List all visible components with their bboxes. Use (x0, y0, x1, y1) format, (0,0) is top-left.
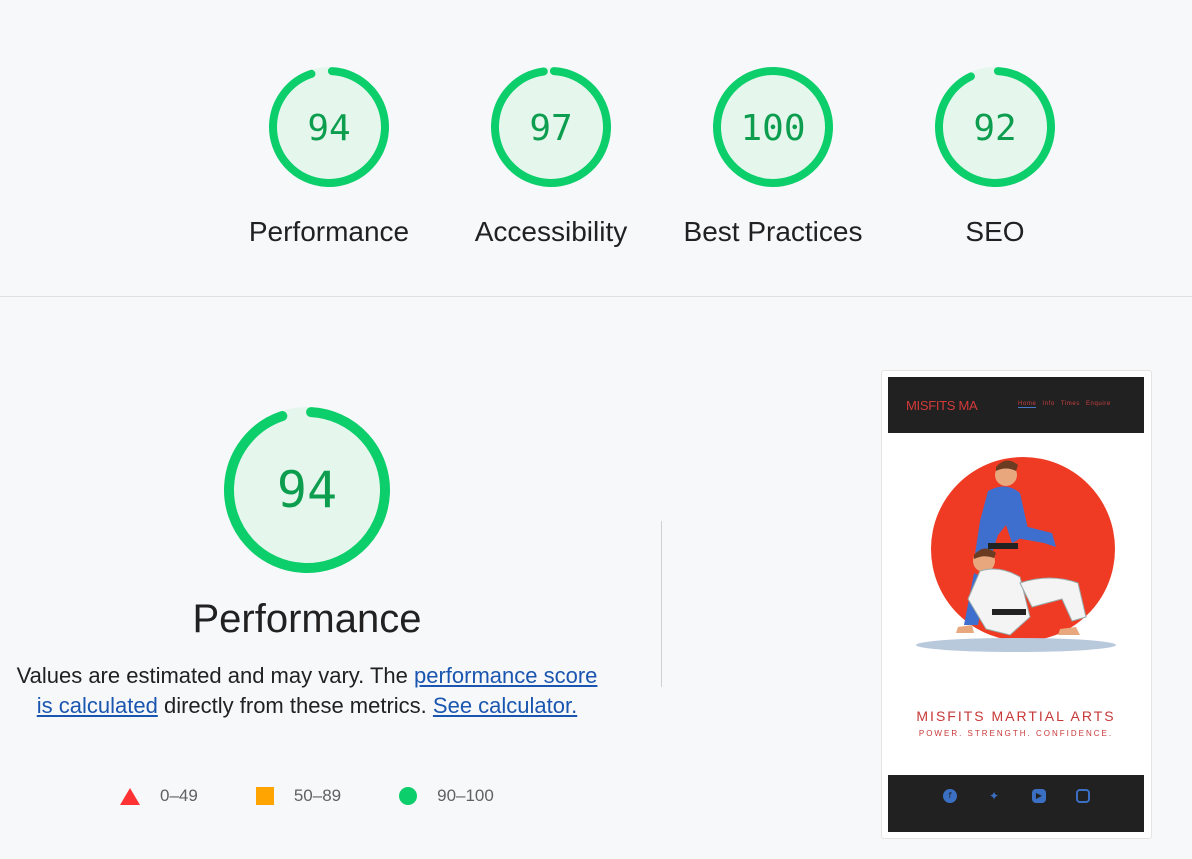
site-nav-links: Home Info Times Enquire (1018, 401, 1117, 408)
site-footer: f ✦ ▶ (888, 775, 1144, 832)
twitter-icon: ✦ (988, 789, 1000, 803)
legend-range: 0–49 (160, 786, 198, 805)
gauge-score: 97 (529, 108, 572, 149)
gauge-seo[interactable]: 92 SEO (884, 66, 1106, 248)
performance-description: Values are estimated and may vary. The p… (14, 661, 600, 721)
circle-icon (399, 787, 418, 805)
legend-average: 50–89 (255, 786, 342, 806)
gauge-ring: 100 (713, 66, 833, 187)
legend-range: 90–100 (437, 786, 494, 805)
performance-score: 94 (277, 461, 337, 519)
divider (661, 521, 662, 687)
screenshot-page: MISFITS MA Home Info Times Enquire MISFI… (888, 377, 1144, 832)
description-text: directly from these metrics. (157, 693, 433, 718)
gauge-ring: 92 (935, 66, 1055, 187)
site-brand: MISFITS MA (906, 398, 978, 413)
legend-fail: 0–49 (120, 786, 198, 806)
gauge-label: SEO (965, 216, 1025, 247)
hero-illustration (916, 457, 1116, 652)
gauge-score: 94 (307, 108, 350, 149)
gauge-label: Accessibility (474, 216, 628, 247)
legend-pass: 90–100 (399, 786, 494, 806)
triangle-icon (120, 787, 140, 805)
site-nav-link: Times (1060, 401, 1080, 407)
site-navbar: MISFITS MA Home Info Times Enquire (888, 377, 1144, 433)
performance-title: Performance (192, 597, 422, 641)
see-calculator-link[interactable]: See calculator. (433, 693, 577, 718)
instagram-icon (1076, 789, 1090, 803)
square-icon (255, 787, 274, 805)
facebook-icon: f (943, 789, 957, 803)
legend-range: 50–89 (293, 786, 342, 805)
gauge-score: 100 (740, 108, 805, 149)
gauge-ring: 97 (491, 66, 611, 187)
gauge-best-practices[interactable]: 100 Best Practices (662, 66, 884, 248)
gauge-score: 92 (973, 108, 1016, 149)
gauge-performance[interactable]: 94 Performance (218, 66, 440, 248)
site-nav-link: Info (1042, 401, 1055, 407)
site-title: MISFITS MARTIAL ARTS (916, 708, 1116, 724)
final-screenshot[interactable]: MISFITS MA Home Info Times Enquire MISFI… (881, 370, 1152, 839)
score-legend: 0–49 50–89 90–100 (120, 784, 552, 808)
gauge-label: Performance (248, 216, 410, 247)
youtube-icon: ▶ (1032, 789, 1046, 803)
description-text: Values are estimated and may vary. The (16, 663, 414, 688)
performance-gauge: 94 (224, 407, 390, 573)
gauge-label: Best Practices (683, 216, 863, 247)
gauge-accessibility[interactable]: 97 Accessibility (440, 66, 662, 248)
site-tagline: POWER. STRENGTH. CONFIDENCE. (918, 729, 1114, 738)
score-summary: 94 Performance 97 Accessibility 100 Best… (0, 0, 1192, 297)
performance-section: 94 Performance Values are estimated and … (0, 297, 1192, 859)
site-nav-link: Enquire (1085, 401, 1111, 407)
gauge-ring: 94 (269, 66, 389, 187)
site-nav-link: Home (1018, 401, 1037, 408)
